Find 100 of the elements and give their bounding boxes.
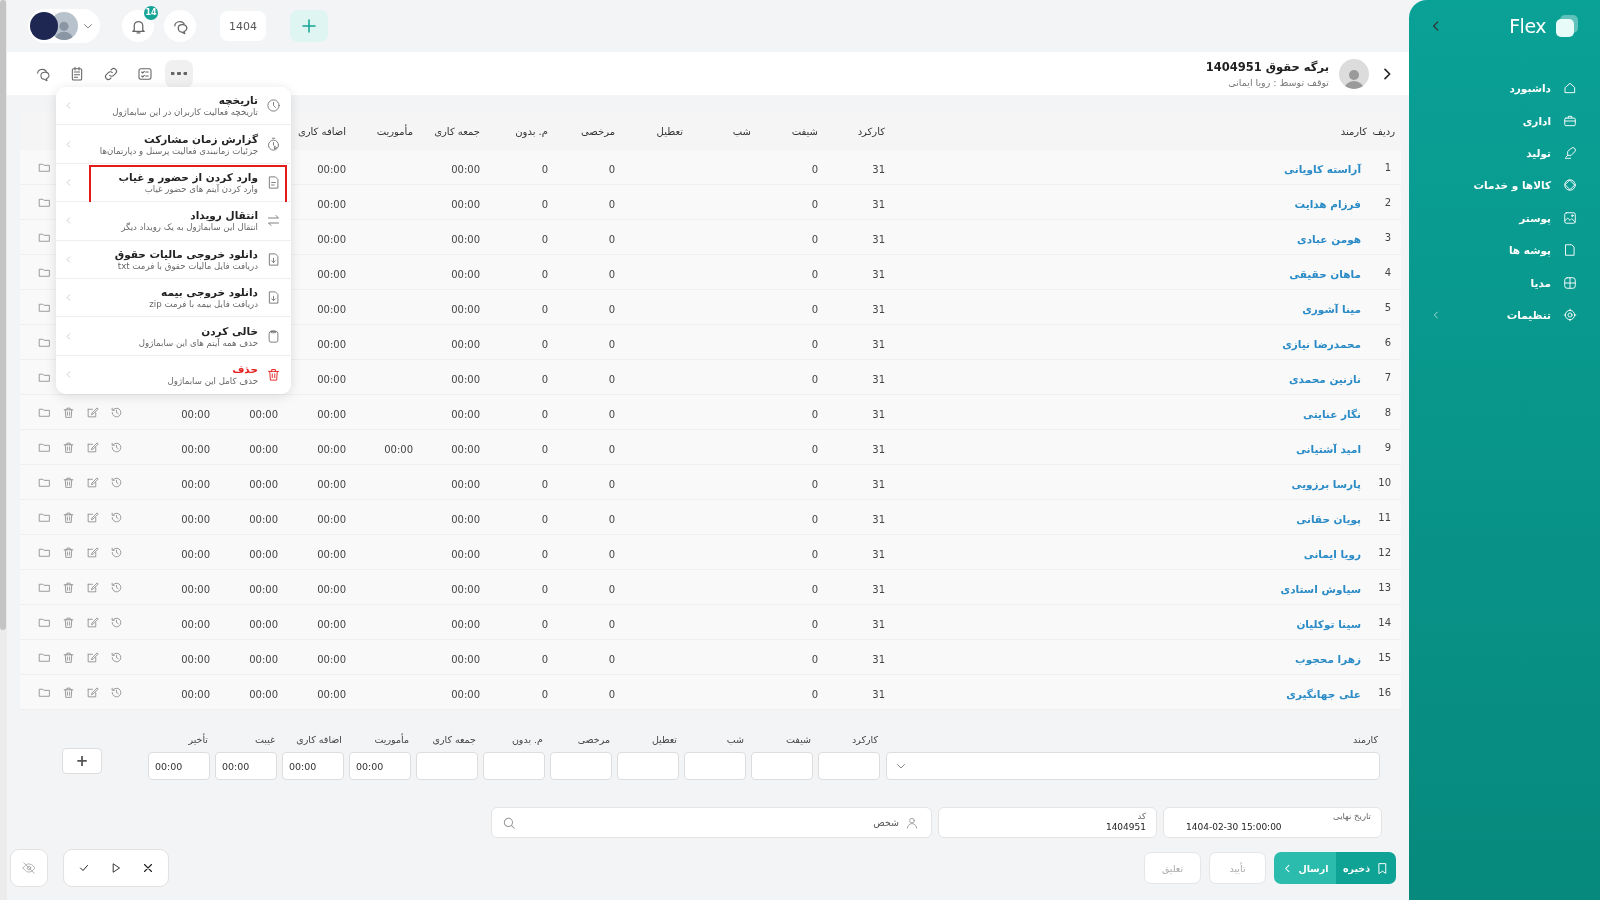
edit-icon[interactable] [86, 440, 99, 454]
history-icon[interactable] [110, 580, 123, 594]
table-cell: 00:00 [181, 408, 210, 420]
employee-link[interactable]: فرزام هدایت [1294, 197, 1367, 210]
input-field[interactable] [483, 752, 545, 780]
input-field[interactable]: 00:00 [148, 752, 210, 780]
employee-link[interactable]: پویان حقانی [1296, 512, 1367, 525]
employee-link[interactable]: زهرا محجوب [1295, 652, 1367, 665]
employee-link[interactable]: علی جهانگیری [1286, 687, 1367, 700]
edit-icon[interactable] [86, 615, 99, 629]
table-cell: 00:00 [451, 653, 480, 665]
history-icon[interactable] [110, 440, 123, 454]
input-field[interactable]: 00:00 [282, 752, 344, 780]
edit-icon[interactable] [86, 545, 99, 559]
trash-icon[interactable] [62, 440, 75, 454]
input-field[interactable] [550, 752, 612, 780]
table-cell: 0 [541, 303, 548, 315]
trash-icon[interactable] [62, 510, 75, 524]
trash-icon[interactable] [62, 545, 75, 559]
add-button[interactable] [290, 10, 328, 42]
table-cell: 00:00 [181, 513, 210, 525]
employee-link[interactable]: آراسته کاویانی [1284, 162, 1367, 175]
row-number: 1 [1383, 161, 1392, 173]
close-icon[interactable] [142, 862, 154, 874]
employee-link[interactable]: رویا ایمانی [1303, 547, 1367, 560]
edit-icon[interactable] [86, 510, 99, 524]
trash-icon[interactable] [62, 650, 75, 664]
history-icon[interactable] [110, 685, 123, 699]
menu-item[interactable]: گزارش زمان مشارکت جزئیات زمانبندی فعالیت پرسنل و دپارتمان‌ها [56, 125, 291, 164]
employee-link[interactable]: هومن عبادی [1297, 232, 1367, 245]
chat-button[interactable] [164, 10, 196, 42]
menu-item[interactable]: حذف حذف کامل این سابماژول [56, 355, 291, 395]
nav-item[interactable]: تولید [1409, 136, 1600, 170]
menu-item[interactable]: دانلود خروجی مالیات حقوق دریافت فایل مالیات حقوق با فرمت txt [56, 240, 291, 279]
nav-item[interactable]: داشبورد [1409, 72, 1600, 105]
employee-link[interactable]: پارسا برزویی [1291, 477, 1367, 490]
employee-link[interactable]: سیاوش استادی [1280, 582, 1367, 595]
column-header: ردیف [1371, 125, 1395, 137]
input-field[interactable]: 00:00 [349, 752, 411, 780]
input-field[interactable]: 00:00 [215, 752, 277, 780]
input-field[interactable] [751, 752, 813, 780]
employee-select[interactable] [886, 752, 1380, 780]
check-icon[interactable] [78, 862, 90, 874]
history-icon[interactable] [110, 615, 123, 629]
employee-link[interactable]: نگار عنایتی [1303, 407, 1367, 420]
document-icon [1563, 243, 1577, 258]
add-row-button[interactable]: + [62, 748, 102, 774]
trash-icon[interactable] [62, 405, 75, 419]
hide-button[interactable] [10, 849, 48, 887]
menu-item[interactable]: دانلود خروجی بیمه دریافت فایل بیمه با فرمت zip [56, 278, 291, 318]
edit-icon[interactable] [86, 580, 99, 594]
input-field[interactable] [818, 752, 880, 780]
edit-icon[interactable] [86, 685, 99, 699]
table-cell: 0 [811, 198, 818, 210]
employee-link[interactable]: محمدرضا نیازی [1282, 337, 1367, 350]
history-icon[interactable] [110, 475, 123, 489]
field-label: کد [1136, 811, 1146, 821]
table-cell: 0 [608, 513, 615, 525]
history-icon[interactable] [110, 650, 123, 664]
input-field[interactable] [617, 752, 679, 780]
employee-link[interactable]: امید آشتیانی [1295, 442, 1367, 455]
menu-item[interactable]: وارد کردن از حضور و غیاب وارد کردن آیتم های حضور غیاب [56, 163, 291, 203]
edit-icon[interactable] [86, 475, 99, 489]
trash-icon[interactable] [62, 475, 75, 489]
nav-item[interactable]: تنظیمات [1409, 298, 1600, 332]
table-cell: 31 [872, 443, 885, 455]
trash-icon[interactable] [62, 615, 75, 629]
table-cell: 31 [872, 513, 885, 525]
edit-icon[interactable] [86, 405, 99, 419]
employee-link[interactable]: ماهان حقیقی [1289, 267, 1367, 280]
year-button[interactable]: 1404 [220, 11, 266, 41]
scrollbar-thumb[interactable] [0, 0, 6, 630]
history-icon[interactable] [110, 405, 123, 419]
history-icon[interactable] [110, 510, 123, 524]
trash-icon[interactable] [62, 580, 75, 594]
employee-link[interactable]: نازنین محمدی [1288, 372, 1367, 385]
nav-item[interactable]: اداری [1409, 104, 1600, 137]
toolbar-button[interactable] [165, 59, 193, 88]
menu-item[interactable]: انتقال رویداد انتقال این سابماژول به یک رویداد دیگر [56, 202, 291, 241]
input-field[interactable] [416, 752, 478, 780]
nav-item[interactable]: مدیا [1409, 266, 1600, 299]
nav-item[interactable]: پوستر [1409, 201, 1600, 234]
menu-item[interactable]: خالی کردن حذف همه آیتم های این سابماژول [56, 317, 291, 356]
nav-item[interactable]: پوشه ها [1409, 233, 1600, 267]
employee-link[interactable]: سینا توکلیان [1296, 617, 1367, 630]
employee-link[interactable]: مینا آشوری [1302, 302, 1367, 315]
table-cell: 0 [541, 478, 548, 490]
save-button[interactable]: ذخیره [1336, 852, 1396, 884]
trash-icon[interactable] [62, 685, 75, 699]
menu-item[interactable]: تاریخچه تاریخچه فعالیت کاربران در این سابماژول [56, 87, 291, 126]
history-icon[interactable] [110, 545, 123, 559]
row-number: 13 [1377, 581, 1392, 593]
edit-icon[interactable] [86, 650, 99, 664]
account-button[interactable] [28, 9, 100, 43]
person-search-field[interactable]: شخص [491, 807, 932, 838]
chevron-icon [64, 216, 73, 226]
input-field[interactable] [684, 752, 746, 780]
nav-item[interactable]: کالاها و خدمات [1409, 169, 1600, 202]
play-icon[interactable] [110, 862, 122, 874]
send-button[interactable]: ارسال [1274, 852, 1336, 884]
